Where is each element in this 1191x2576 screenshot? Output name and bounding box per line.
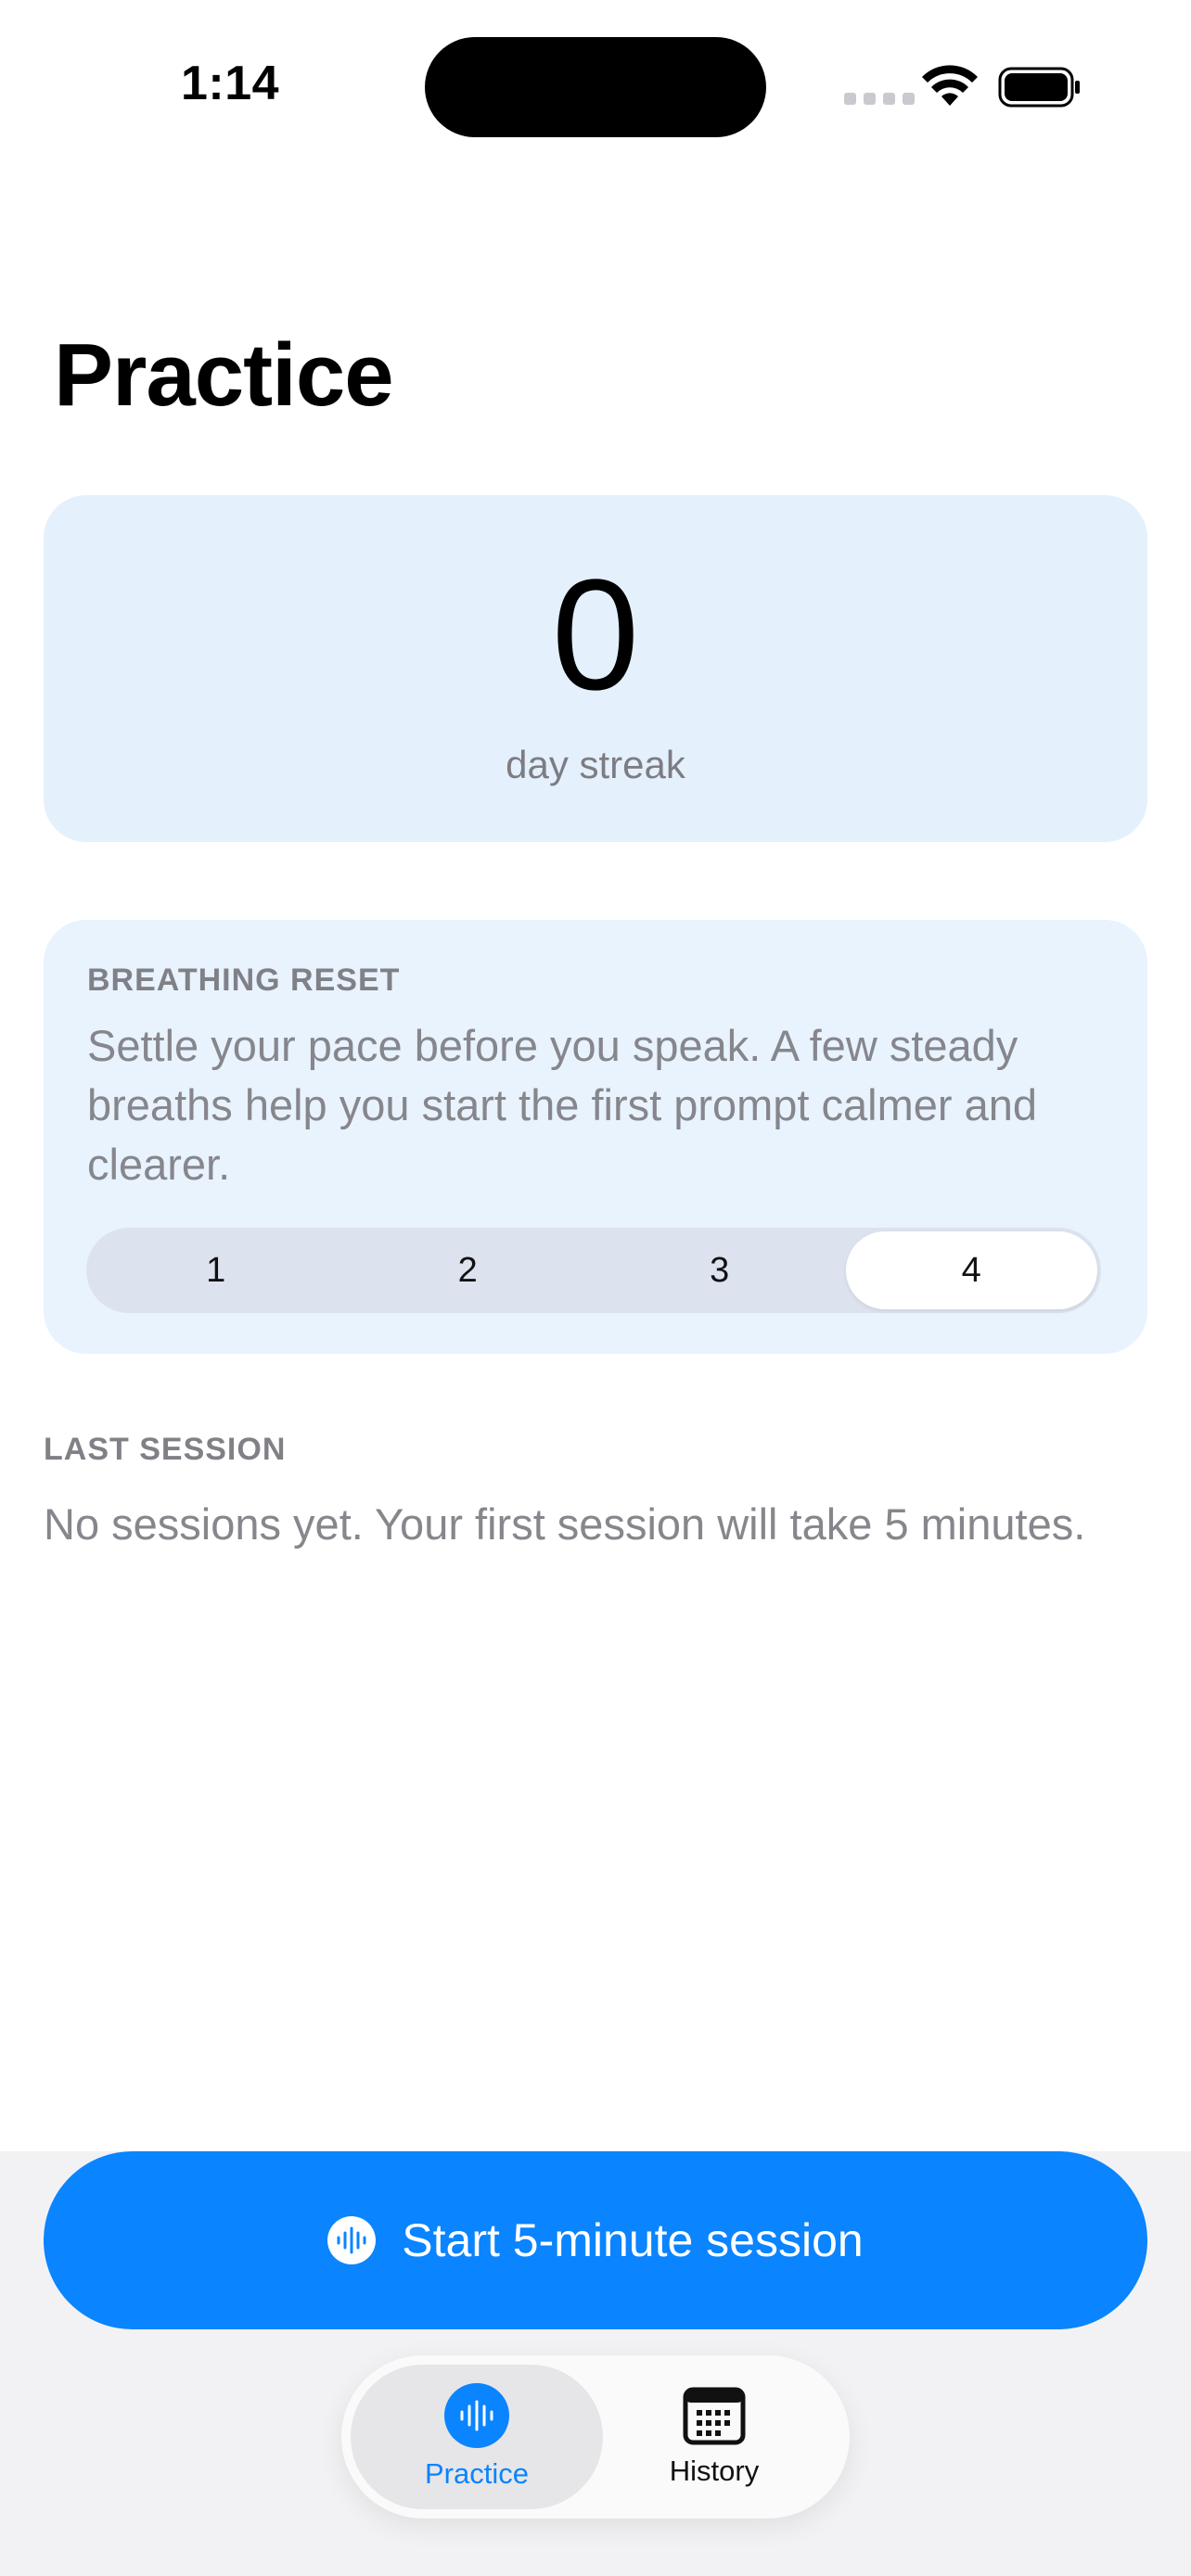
- breathing-reset-card: BREATHING RESET Settle your pace before …: [44, 920, 1147, 1354]
- waveform-icon: [444, 2383, 509, 2448]
- streak-label: day streak: [506, 743, 685, 786]
- calendar-icon: [683, 2387, 746, 2445]
- breath-option-4[interactable]: 4: [845, 1231, 1097, 1309]
- tab-bar: Practice History: [341, 2355, 850, 2519]
- tab-practice[interactable]: Practice: [351, 2365, 603, 2509]
- breath-option-2[interactable]: 2: [342, 1231, 595, 1309]
- start-session-label: Start 5-minute session: [402, 2214, 864, 2266]
- breath-option-1[interactable]: 1: [90, 1231, 342, 1309]
- status-time: 1:14: [181, 57, 280, 110]
- last-session-text: No sessions yet. Your first session will…: [44, 1499, 1086, 1549]
- start-session-button[interactable]: Start 5-minute session: [44, 2151, 1147, 2329]
- page-title: Practice: [54, 325, 394, 425]
- breathing-heading: BREATHING RESET: [87, 963, 401, 998]
- streak-count: 0: [551, 547, 640, 723]
- tab-history[interactable]: History: [588, 2365, 840, 2509]
- wifi-icon: [922, 65, 978, 106]
- tab-history-label: History: [669, 2455, 760, 2487]
- breathing-description: Settle your pace before you speak. A few…: [87, 1021, 1038, 1189]
- dynamic-island: [425, 37, 766, 137]
- waveform-icon: [327, 2216, 377, 2264]
- battery-icon: [998, 67, 1080, 108]
- breath-option-3[interactable]: 3: [594, 1231, 846, 1309]
- last-session-heading: LAST SESSION: [44, 1432, 287, 1467]
- tab-practice-label: Practice: [425, 2457, 529, 2490]
- breath-count-selector: 1 2 3 4: [86, 1228, 1101, 1313]
- cellular-signal-icon: [844, 93, 915, 105]
- streak-card: 0 day streak: [44, 495, 1147, 842]
